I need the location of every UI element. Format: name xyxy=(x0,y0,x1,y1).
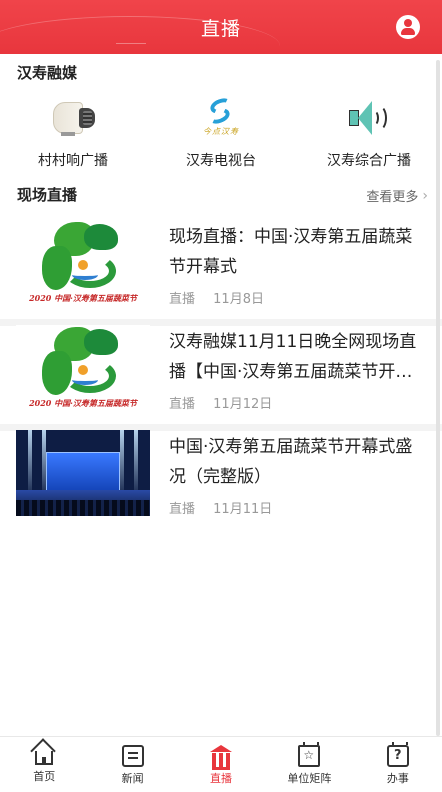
channel-label: 村村响广播 xyxy=(38,153,108,169)
scrollbar[interactable] xyxy=(436,60,440,736)
channel-hanshou-tv[interactable]: 今点汉寿 汉寿电视台 xyxy=(156,95,286,170)
news-date: 11月12日 xyxy=(213,397,273,412)
channel-label: 汉寿综合广播 xyxy=(327,153,411,169)
nav-label: 办事 xyxy=(386,772,409,785)
nav-item-home[interactable]: 首页 xyxy=(0,737,88,792)
news-meta: 直播 11月11日 xyxy=(169,498,272,517)
thumbnail-caption: 2020 中国·汉寿第五届蔬菜节 xyxy=(29,398,137,408)
live-tag: 直播 xyxy=(169,502,196,517)
app-root: 直播 汉寿融媒 村村响广播 今点汉寿 汉寿电视台 汉寿综合广播 现场直播 查看更… xyxy=(0,0,442,792)
user-icon-body xyxy=(401,28,415,35)
user-profile-button[interactable] xyxy=(396,15,420,39)
loudspeaker-horn-icon xyxy=(45,96,101,142)
news-thumbnail-stage-photo xyxy=(16,430,150,516)
nav-label: 新闻 xyxy=(121,772,144,785)
nav-label: 首页 xyxy=(33,770,56,783)
news-thumbnail: 2020 中国·汉寿第五届蔬菜节 xyxy=(16,220,150,306)
news-title: 现场直播：中国·汉寿第五届蔬菜节开幕式 xyxy=(169,227,413,277)
speaker-volume-icon xyxy=(341,96,397,142)
news-meta: 直播 11月12日 xyxy=(169,393,272,412)
nav-label: 直播 xyxy=(210,772,233,785)
channel-hanshou-radio[interactable]: 汉寿综合广播 xyxy=(304,96,434,170)
chevron-right-icon: › xyxy=(422,187,428,204)
news-title: 中国·汉寿第五届蔬菜节开幕式盛况（完整版） xyxy=(169,437,413,487)
home-icon xyxy=(35,751,54,765)
live-tag: 直播 xyxy=(169,292,196,307)
tv-station-logo-icon: 今点汉寿 xyxy=(193,95,249,142)
live-list-item[interactable]: 2020 中国·汉寿第五届蔬菜节 汉寿融媒11月11日晚全网现场直播【中国·汉寿… xyxy=(0,323,442,431)
live-list-item[interactable]: 2020 中国·汉寿第五届蔬菜节 现场直播：中国·汉寿第五届蔬菜节开幕式 直播 … xyxy=(0,218,442,326)
channel-label: 汉寿电视台 xyxy=(186,153,256,169)
unit-matrix-icon xyxy=(298,742,321,767)
news-meta: 直播 11月8日 xyxy=(169,288,264,307)
live-list-item[interactable]: 中国·汉寿第五届蔬菜节开幕式盛况（完整版） 直播 11月11日 xyxy=(0,428,442,536)
bottom-nav: 首页 新闻 直播 单位矩阵 办事 xyxy=(0,736,442,792)
user-icon-head xyxy=(404,19,412,27)
media-section-title: 汉寿融媒 xyxy=(17,64,78,82)
channel-list: 村村响广播 今点汉寿 汉寿电视台 汉寿综合广播 xyxy=(0,95,442,176)
tv-logo-text: 今点汉寿 xyxy=(203,127,239,136)
nav-item-unit-matrix[interactable]: 单位矩阵 xyxy=(265,737,353,792)
live-icon xyxy=(210,745,233,770)
thumbnail-caption: 2020 中国·汉寿第五届蔬菜节 xyxy=(29,293,137,303)
news-date: 11月11日 xyxy=(213,502,273,517)
view-more-link[interactable]: 查看更多 › xyxy=(366,186,428,206)
news-date: 11月8日 xyxy=(213,292,264,307)
page-title: 直播 xyxy=(200,18,241,40)
service-icon xyxy=(386,742,409,767)
news-thumbnail: 2020 中国·汉寿第五届蔬菜节 xyxy=(16,325,150,411)
header-bar: 直播 xyxy=(0,0,442,54)
news-title: 汉寿融媒11月11日晚全网现场直播【中国·汉寿第五届蔬菜节开幕式盛况】 xyxy=(169,332,417,382)
news-icon xyxy=(121,745,144,767)
nav-item-news[interactable]: 新闻 xyxy=(88,737,176,792)
nav-item-service[interactable]: 办事 xyxy=(354,737,442,792)
live-tag: 直播 xyxy=(169,397,196,412)
nav-item-live[interactable]: 直播 xyxy=(177,737,265,792)
view-more-label: 查看更多 xyxy=(366,190,419,205)
channel-village-broadcast[interactable]: 村村响广播 xyxy=(8,96,138,170)
live-section-title: 现场直播 xyxy=(17,186,78,204)
nav-label: 单位矩阵 xyxy=(287,772,332,785)
